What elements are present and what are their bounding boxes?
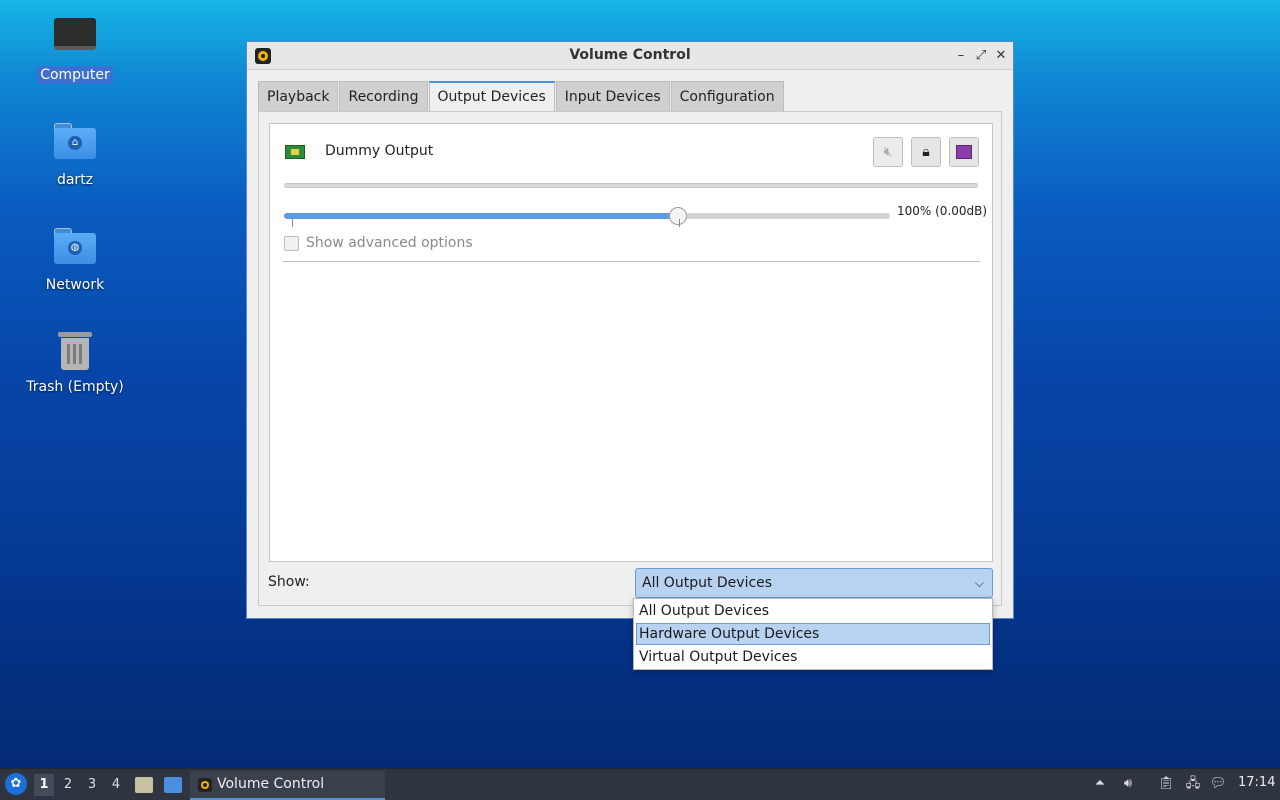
taskbar: ✿ 1 2 3 4 Volume Control ⏶ 🔊︎ 📋︎ 🖧 💬︎ 17…	[0, 768, 1280, 800]
tab-input-devices[interactable]: Input Devices	[555, 81, 670, 111]
dropdown-option-virtual[interactable]: Virtual Output Devices	[636, 646, 990, 668]
tray-up-arrow-icon[interactable]: ⏶	[1091, 775, 1109, 793]
desktop-icon-trash[interactable]: Trash (Empty)	[20, 330, 130, 396]
volume-slider-fill	[284, 213, 678, 219]
slider-tick-100	[679, 219, 680, 227]
tab-output-devices[interactable]: Output Devices	[428, 81, 555, 112]
desktop-icon-computer[interactable]: Computer	[20, 18, 130, 84]
tab-playback[interactable]: Playback	[258, 81, 339, 111]
sound-card-icon	[285, 145, 305, 159]
file-manager-icon[interactable]	[135, 777, 153, 793]
desktop-icon-label: Trash (Empty)	[26, 379, 124, 395]
show-filter-dropdown: All Output Devices Hardware Output Devic…	[633, 598, 993, 670]
volume-readout: 100% (0.00dB)	[897, 204, 988, 218]
desktop-icon-label: dartz	[56, 172, 94, 188]
volume-slider-handle[interactable]	[668, 207, 687, 225]
workspace-2[interactable]: 2	[58, 774, 78, 796]
show-filter-combo[interactable]: All Output Devices ⌵	[635, 568, 993, 598]
network-icon[interactable]: 🖧	[1184, 775, 1202, 793]
start-menu-icon[interactable]: ✿	[5, 773, 27, 795]
volume-app-icon	[198, 778, 212, 792]
workspace-1[interactable]: 1	[34, 774, 54, 796]
set-default-button[interactable]	[949, 137, 979, 167]
peak-meter	[284, 183, 978, 188]
workspace-4[interactable]: 4	[106, 774, 126, 796]
window-title: Volume Control	[569, 47, 691, 63]
desktop-icon-network[interactable]: ◍ Network	[20, 228, 130, 294]
device-separator	[283, 261, 980, 262]
mute-icon: 🔇︎	[883, 144, 893, 160]
set-default-icon	[956, 145, 972, 159]
window-titlebar[interactable]: Volume Control – ⤢ ✕	[247, 42, 1013, 70]
mute-button[interactable]: 🔇︎	[873, 137, 903, 167]
tab-recording[interactable]: Recording	[339, 81, 428, 111]
minimize-button[interactable]: –	[953, 47, 969, 65]
chevron-down-icon: ⌵	[974, 576, 984, 590]
workspace-3[interactable]: 3	[82, 774, 102, 796]
desktop-icon-label: Computer	[37, 66, 113, 84]
desktop-icon-dartz[interactable]: ⌂ dartz	[20, 123, 130, 189]
notification-icon[interactable]: 💬︎	[1209, 775, 1227, 793]
close-button[interactable]: ✕	[993, 47, 1009, 65]
show-filter-value: All Output Devices	[642, 575, 773, 591]
dropdown-option-hardware[interactable]: Hardware Output Devices	[636, 623, 990, 645]
task-label: Volume Control	[217, 776, 325, 792]
show-desktop-icon[interactable]	[164, 777, 182, 793]
clock: 17:14	[1238, 775, 1276, 790]
output-devices-panel: Dummy Output 🔇︎ 🔒︎ 100% (0.00dB) Show ad…	[258, 111, 1002, 606]
advanced-options-checkbox[interactable]	[284, 236, 299, 251]
volume-icon[interactable]: 🔊︎	[1119, 775, 1137, 793]
home-folder-icon: ⌂	[53, 123, 97, 167]
lock-icon: 🔒︎	[922, 144, 930, 160]
taskbar-task-volume-control[interactable]: Volume Control	[190, 771, 385, 800]
trash-icon	[53, 330, 97, 374]
volume-control-window: Volume Control – ⤢ ✕ Playback Recording …	[246, 41, 1014, 619]
slider-tick-min	[292, 219, 293, 227]
volume-slider[interactable]	[284, 207, 890, 225]
desktop-icon-label: Network	[45, 277, 105, 293]
lock-channels-button[interactable]: 🔒︎	[911, 137, 941, 167]
tab-configuration[interactable]: Configuration	[670, 81, 784, 111]
tab-bar: Playback Recording Output Devices Input …	[258, 81, 785, 112]
advanced-options-label: Show advanced options	[306, 235, 473, 251]
show-label: Show:	[268, 574, 310, 590]
device-name: Dummy Output	[325, 143, 434, 159]
computer-icon	[53, 18, 97, 62]
maximize-button[interactable]: ⤢	[973, 47, 989, 65]
dropdown-option-all[interactable]: All Output Devices	[636, 600, 990, 622]
network-folder-icon: ◍	[53, 228, 97, 272]
device-list: Dummy Output 🔇︎ 🔒︎ 100% (0.00dB) Show ad…	[269, 123, 993, 562]
clipboard-icon[interactable]: 📋︎	[1157, 775, 1175, 793]
